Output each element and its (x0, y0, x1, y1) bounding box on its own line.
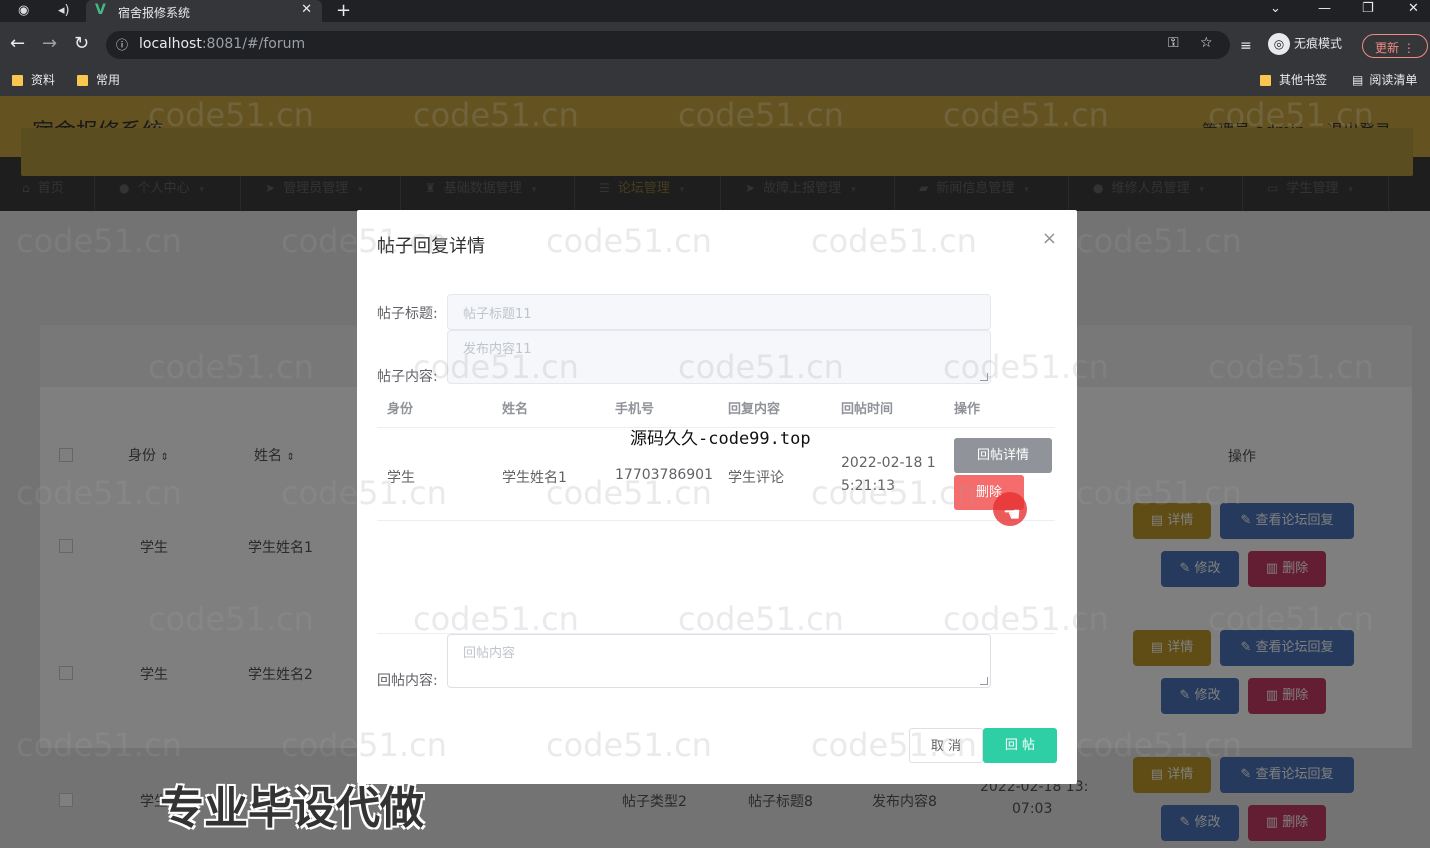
watermark: code51.cn (1076, 726, 1242, 764)
watermark: code51.cn (16, 474, 182, 512)
speaker-icon[interactable]: ◂) (58, 3, 70, 18)
th-name: 姓名 (502, 402, 529, 417)
resize-handle[interactable] (980, 677, 988, 685)
watermark: code51.cn (281, 726, 447, 764)
reading-list-icon: ▤ (1352, 73, 1364, 87)
watermark: code51.cn (546, 222, 712, 260)
cell-reply-time: 2022-02-18 1 (841, 455, 936, 471)
close-tab-icon[interactable]: ✕ (301, 2, 312, 17)
incognito-indicator[interactable]: ◎ 无痕模式 (1268, 33, 1342, 55)
url-host: localhost (139, 36, 202, 52)
watermark: code51.cn (413, 96, 579, 134)
watermark: code51.cn (811, 726, 977, 764)
watermark: code51.cn (678, 600, 844, 638)
th-actions: 操作 (954, 402, 981, 417)
watermark: code51.cn (413, 348, 579, 386)
incognito-label: 无痕模式 (1294, 36, 1343, 51)
bookmark-label: 阅读清单 (1369, 73, 1418, 87)
mouse-cursor-highlight: ☚ (993, 492, 1027, 526)
watermark: code51.cn (1208, 600, 1374, 638)
th-phone: 手机号 (615, 402, 655, 417)
browser-tab-bar: ◉ ◂) V 宿舍报修系统 ✕ + ⌄ — ❐ ✕ (0, 0, 1430, 22)
table-divider (377, 520, 1055, 521)
bookmark-folder[interactable]: 资料 (12, 71, 55, 88)
watermark: code51.cn (148, 96, 314, 134)
watermark: code51.cn (943, 600, 1109, 638)
bookmark-folder[interactable]: 常用 (77, 71, 120, 88)
url-path: :8081/#/forum (201, 36, 306, 52)
cell-reply-content: 学生评论 (728, 470, 784, 486)
watermark: code51.cn (281, 222, 447, 260)
close-window-icon[interactable]: ✕ (1408, 1, 1419, 16)
th-identity: 身份 (387, 402, 414, 417)
star-icon[interactable]: ☆ (1200, 35, 1213, 51)
th-reply-time: 回帖时间 (841, 402, 894, 417)
folder-icon (12, 75, 23, 86)
watermark: code51.cn (1076, 474, 1242, 512)
watermark: code51.cn (678, 348, 844, 386)
watermark: code51.cn (16, 222, 182, 260)
watermark: code51.cn (1208, 96, 1374, 134)
hand-cursor-icon: ☚ (1003, 502, 1021, 526)
playlist-icon[interactable]: ≡ (1240, 36, 1252, 56)
reading-list[interactable]: ▤ 阅读清单 (1352, 71, 1417, 88)
info-icon[interactable]: ⓘ (116, 36, 128, 53)
bookmark-label: 资料 (31, 73, 56, 87)
watermark: code51.cn (1076, 222, 1242, 260)
post-title-field[interactable]: 帖子标题11 (447, 294, 991, 330)
restore-icon[interactable]: ❐ (1362, 1, 1374, 16)
watermark: code51.cn (678, 96, 844, 134)
update-label: 更新 (1375, 41, 1400, 55)
reply-detail-button[interactable]: 回帖详情 (954, 438, 1052, 473)
forward-icon[interactable]: → (42, 34, 57, 54)
post-title-label: 帖子标题: (377, 306, 438, 322)
promo-overlay-text: 专业毕设代做 (160, 783, 424, 834)
address-bar: ← → ↻ ⓘ localhost:8081/#/forum ⚿ ☆ ≡ ◎ 无痕… (0, 22, 1430, 68)
watermark: code51.cn (546, 726, 712, 764)
source-overlay-text: 源码久久-code99.top (630, 429, 811, 449)
reply-content-input[interactable]: 回帖内容 (447, 634, 991, 688)
watermark: code51.cn (1208, 348, 1374, 386)
reply-content-label: 回帖内容: (377, 673, 438, 689)
reload-icon[interactable]: ↻ (74, 34, 89, 54)
th-reply-content: 回复内容 (728, 402, 781, 417)
incognito-icon: ◎ (1268, 33, 1290, 55)
watermark: code51.cn (148, 600, 314, 638)
watermark: code51.cn (811, 474, 977, 512)
update-button[interactable]: 更新 ⋮ (1362, 34, 1428, 58)
close-icon[interactable]: × (1042, 228, 1057, 249)
browser-tab[interactable]: V 宿舍报修系统 ✕ (86, 0, 322, 22)
tab-title: 宿舍报修系统 (118, 6, 191, 20)
watermark: code51.cn (16, 726, 182, 764)
other-bookmarks[interactable]: 其他书签 (1260, 71, 1327, 88)
watermark: code51.cn (943, 96, 1109, 134)
reply-placeholder: 回帖内容 (463, 646, 516, 661)
bookmark-label: 常用 (96, 73, 121, 87)
watermark: code51.cn (413, 600, 579, 638)
globe-icon[interactable]: ◉ (18, 3, 29, 18)
new-tab-icon[interactable]: + (336, 0, 351, 21)
back-icon[interactable]: ← (10, 34, 25, 54)
folder-icon (1260, 75, 1271, 86)
key-icon[interactable]: ⚿ (1168, 35, 1179, 51)
url-field[interactable]: ⓘ localhost:8081/#/forum ⚿ ☆ (106, 31, 1230, 59)
folder-icon (77, 75, 88, 86)
vue-logo-icon: V (95, 2, 106, 18)
watermark: code51.cn (281, 474, 447, 512)
watermark: code51.cn (811, 222, 977, 260)
chevron-down-icon[interactable]: ⌄ (1270, 1, 1281, 16)
watermark: code51.cn (148, 348, 314, 386)
bookmark-label: 其他书签 (1279, 73, 1328, 87)
bookmarks-bar: 资料 常用 其他书签 ▤ 阅读清单 (0, 68, 1430, 96)
watermark: code51.cn (546, 474, 712, 512)
watermark: code51.cn (943, 348, 1109, 386)
minimize-icon[interactable]: — (1318, 1, 1331, 16)
submit-reply-button[interactable]: 回 帖 (983, 728, 1057, 763)
